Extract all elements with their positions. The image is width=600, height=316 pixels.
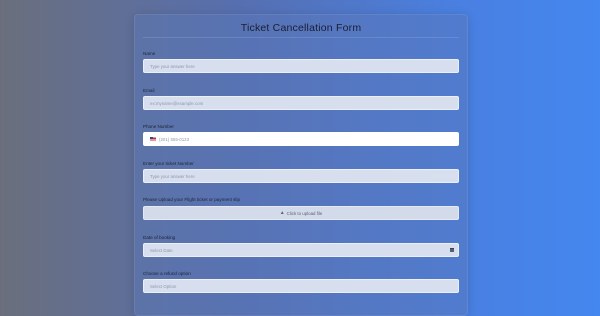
email-placeholder: ex:myname@example.com [150, 100, 204, 106]
upload-button-label: Click to upload file [286, 210, 323, 216]
email-input[interactable]: ex:myname@example.com [143, 96, 459, 110]
upload-icon: ▲ [279, 209, 285, 216]
ticket-number-placeholder: Type your answer here [150, 173, 195, 179]
name-label: Name [143, 51, 156, 56]
cancellation-form-card: Ticket Cancellation Form Name Type your … [134, 14, 468, 316]
phone-input[interactable]: (201) 555-0123 [143, 132, 459, 146]
us-flag-icon[interactable] [150, 137, 156, 141]
name-input[interactable]: Type your answer here [143, 59, 459, 73]
ticket-number-label: Enter your ticket Number [143, 161, 194, 166]
refund-option-placeholder: Select Option [150, 283, 177, 289]
booking-date-placeholder: Select Date [150, 247, 173, 253]
title-divider [143, 37, 459, 38]
email-label: Email [143, 88, 155, 93]
calendar-icon[interactable] [450, 248, 454, 252]
form-title: Ticket Cancellation Form [240, 22, 362, 34]
upload-button[interactable]: ▲ Click to upload file [143, 206, 459, 220]
refund-option-label: Choose a refund option [143, 271, 191, 276]
ticket-number-input[interactable]: Type your answer here [143, 169, 459, 183]
booking-date-label: Date of booking [143, 235, 176, 240]
booking-date-input[interactable]: Select Date [143, 243, 459, 257]
phone-placeholder: (201) 555-0123 [159, 136, 190, 142]
phone-label: Phone Number [143, 124, 174, 129]
name-placeholder: Type your answer here [150, 63, 195, 69]
upload-label: Please Upload your Flight ticket or paym… [143, 197, 241, 202]
refund-option-select[interactable]: Select Option [143, 279, 459, 293]
